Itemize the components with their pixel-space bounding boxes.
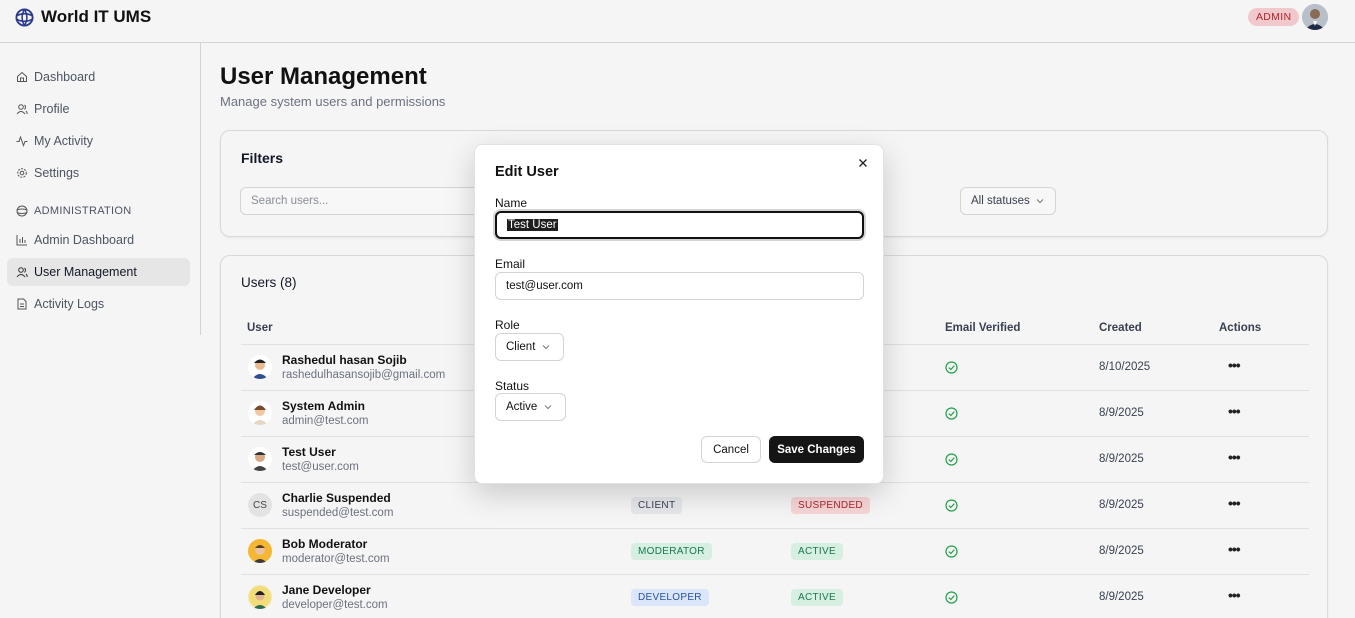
dialog-title: Edit User	[495, 164, 559, 180]
status-select[interactable]: Active	[495, 393, 566, 421]
close-icon[interactable]	[856, 156, 870, 170]
name-label: Name	[495, 196, 528, 210]
status-label: Status	[495, 379, 530, 393]
email-field[interactable]: test@user.com	[495, 272, 864, 300]
email-field-value: test@user.com	[506, 280, 583, 292]
role-label: Role	[495, 318, 520, 332]
save-changes-button[interactable]: Save Changes	[769, 436, 864, 463]
role-select-value: Client	[506, 341, 536, 353]
name-field[interactable]: Test User	[495, 211, 864, 239]
chevron-down-icon	[544, 405, 552, 410]
chevron-down-icon	[543, 345, 550, 350]
name-field-value: Test User	[507, 219, 558, 231]
cancel-button[interactable]: Cancel	[701, 436, 761, 463]
role-select[interactable]: Client	[495, 333, 564, 361]
edit-user-dialog: Edit User Name Test User Email test@user…	[474, 144, 884, 484]
email-label: Email	[495, 257, 526, 271]
status-select-value: Active	[506, 401, 538, 413]
